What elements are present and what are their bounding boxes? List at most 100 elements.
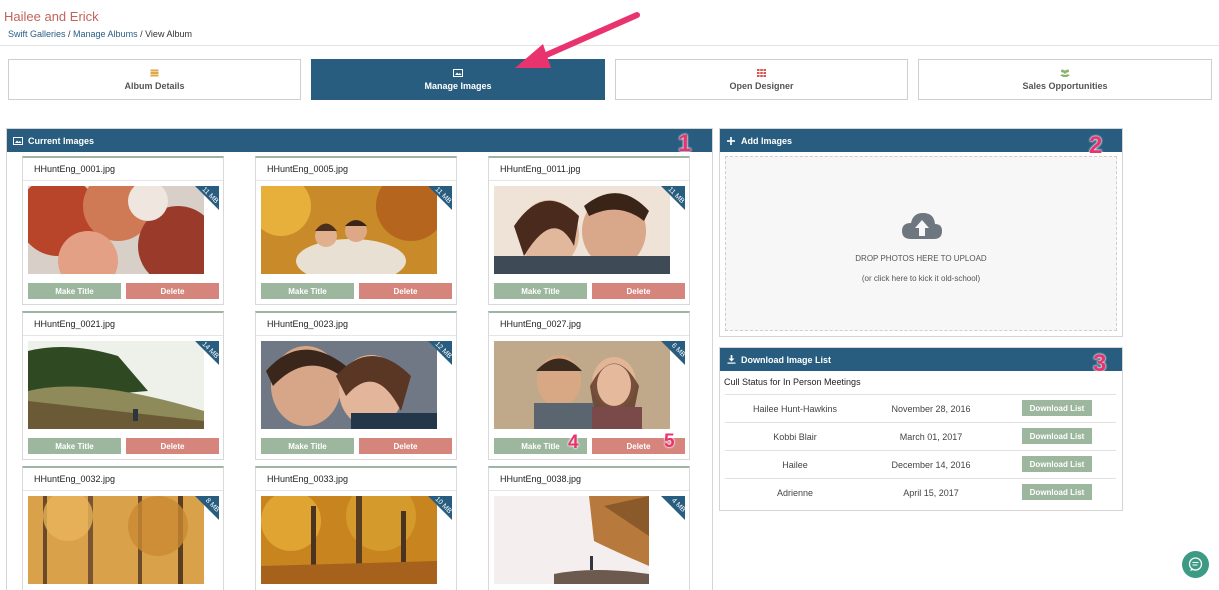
image-icon xyxy=(453,68,463,77)
breadcrumb-swift-galleries[interactable]: Swift Galleries xyxy=(8,29,66,39)
download-list-button[interactable]: Download List xyxy=(1022,400,1092,416)
make-title-button[interactable]: Make Title xyxy=(494,283,587,299)
client-name: Kobbi Blair xyxy=(773,432,817,442)
delete-button[interactable]: Delete xyxy=(126,438,219,454)
divider xyxy=(489,335,689,336)
download-icon xyxy=(726,355,736,364)
client-name: Adrienne xyxy=(776,488,814,498)
list-item: Adrienne April 15, 2017 Download List xyxy=(725,478,1116,506)
image-card: HHuntEng_0005.jpg 11 MB Make Title Delet… xyxy=(255,156,457,305)
list-date: December 14, 2016 xyxy=(891,460,971,470)
list-item: Hailee December 14, 2016 Download List xyxy=(725,450,1116,478)
make-title-button[interactable]: Make Title xyxy=(261,438,354,454)
image-filename: HHuntEng_0027.jpg xyxy=(500,319,582,329)
image-card: HHuntEng_0001.jpg 11 MB Make Title Delet… xyxy=(22,156,224,305)
image-card: HHuntEng_0027.jpg 6 MB Make Title Delete xyxy=(488,311,690,460)
image-thumbnail[interactable] xyxy=(28,496,204,584)
image-thumbnail[interactable] xyxy=(494,496,649,584)
file-size-badge: 14 MB xyxy=(195,341,219,365)
divider xyxy=(23,490,223,491)
file-size-badge: 6 MB xyxy=(661,341,685,365)
list-item: Kobbi Blair March 01, 2017 Download List xyxy=(725,422,1116,450)
divider xyxy=(256,180,456,181)
annotation-number: 1 xyxy=(678,130,692,157)
chat-button[interactable] xyxy=(1182,551,1209,578)
image-card: HHuntEng_0033.jpg 10 MB xyxy=(255,466,457,590)
list-date: April 15, 2017 xyxy=(903,488,959,498)
plus-icon xyxy=(726,136,736,145)
image-thumbnail[interactable] xyxy=(494,341,670,429)
image-card: HHuntEng_0038.jpg 4 MB xyxy=(488,466,690,590)
file-size-badge: 11 MB xyxy=(428,186,452,210)
tab-label: Manage Images xyxy=(424,80,492,91)
download-list-button[interactable]: Download List xyxy=(1022,484,1092,500)
image-card: HHuntEng_0023.jpg 12 MB Make Title Delet… xyxy=(255,311,457,460)
image-thumbnail[interactable] xyxy=(261,341,437,429)
annotation-number: 5 xyxy=(664,431,675,452)
annotation-number: 2 xyxy=(1089,132,1103,159)
make-title-button[interactable]: Make Title xyxy=(28,438,121,454)
file-size-badge: 4 MB xyxy=(661,496,685,520)
page: Hailee and Erick Swift Galleries / Manag… xyxy=(0,0,1219,590)
delete-button[interactable]: Delete xyxy=(126,283,219,299)
image-filename: HHuntEng_0011.jpg xyxy=(500,164,581,174)
download-list-title: Download Image List xyxy=(741,354,832,365)
list-date: November 28, 2016 xyxy=(891,404,971,414)
delete-button[interactable]: Delete xyxy=(359,283,452,299)
chat-icon xyxy=(1188,557,1203,571)
dropzone-text: DROP PHOTOS HERE TO UPLOAD xyxy=(855,254,987,263)
divider xyxy=(489,490,689,491)
tab-label: Album Details xyxy=(124,80,185,91)
album-stack-icon xyxy=(150,69,160,77)
download-list-header: Download Image List xyxy=(720,348,1122,371)
client-name: Hailee xyxy=(782,460,808,470)
tab-album-details[interactable]: Album Details xyxy=(8,59,301,100)
breadcrumb-current: View Album xyxy=(145,29,192,39)
image-card: HHuntEng_0021.jpg 14 MB Make Title Delet… xyxy=(22,311,224,460)
download-list-button[interactable]: Download List xyxy=(1022,428,1092,444)
file-size-badge: 10 MB xyxy=(428,496,452,520)
upload-dropzone[interactable]: DROP PHOTOS HERE TO UPLOAD (or click her… xyxy=(725,156,1117,331)
image-filename: HHuntEng_0001.jpg xyxy=(34,164,116,174)
breadcrumb-separator: / xyxy=(65,29,74,39)
delete-button[interactable]: Delete xyxy=(359,438,452,454)
image-thumbnail[interactable] xyxy=(28,186,204,274)
divider xyxy=(489,180,689,181)
add-images-title: Add Images xyxy=(741,135,793,146)
make-title-button[interactable]: Make Title xyxy=(261,283,354,299)
tab-label: Sales Opportunities xyxy=(1022,80,1108,91)
file-size-badge: 11 MB xyxy=(661,186,685,210)
breadcrumb: Swift Galleries / Manage Albums / View A… xyxy=(8,29,192,39)
file-size-badge: 11 MB xyxy=(195,186,219,210)
image-filename: HHuntEng_0021.jpg xyxy=(34,319,116,329)
image-filename: HHuntEng_0038.jpg xyxy=(500,474,582,484)
image-card: HHuntEng_0011.jpg 11 MB Make Title Delet… xyxy=(488,156,690,305)
people-icon xyxy=(1060,69,1070,77)
download-list-caption: Cull Status for In Person Meetings xyxy=(724,377,861,387)
dropzone-alt-text: (or click here to kick it old-school) xyxy=(861,274,981,283)
image-filename: HHuntEng_0032.jpg xyxy=(34,474,116,484)
divider xyxy=(23,180,223,181)
tab-open-designer[interactable]: Open Designer xyxy=(615,59,908,100)
download-list-button[interactable]: Download List xyxy=(1022,456,1092,472)
delete-button[interactable]: Delete xyxy=(592,283,685,299)
image-thumbnail[interactable] xyxy=(261,186,437,274)
image-thumbnail[interactable] xyxy=(28,341,204,429)
image-thumbnail[interactable] xyxy=(494,186,670,274)
grid-icon xyxy=(757,68,767,77)
file-size-badge: 8 MB xyxy=(195,496,219,520)
client-name: Hailee Hunt-Hawkins xyxy=(752,404,838,414)
list-date: March 01, 2017 xyxy=(899,432,963,442)
divider xyxy=(23,335,223,336)
image-filename: HHuntEng_0033.jpg xyxy=(267,474,349,484)
image-icon xyxy=(13,136,23,145)
breadcrumb-manage-albums[interactable]: Manage Albums xyxy=(73,29,138,39)
album-title: Hailee and Erick xyxy=(4,9,99,24)
annotation-arrow-icon xyxy=(515,12,640,68)
make-title-button[interactable]: Make Title xyxy=(28,283,121,299)
file-size-badge: 12 MB xyxy=(428,341,452,365)
image-thumbnail[interactable] xyxy=(261,496,437,584)
breadcrumb-separator: / xyxy=(137,29,146,39)
tab-sales-opportunities[interactable]: Sales Opportunities xyxy=(918,59,1212,100)
image-filename: HHuntEng_0005.jpg xyxy=(267,164,349,174)
